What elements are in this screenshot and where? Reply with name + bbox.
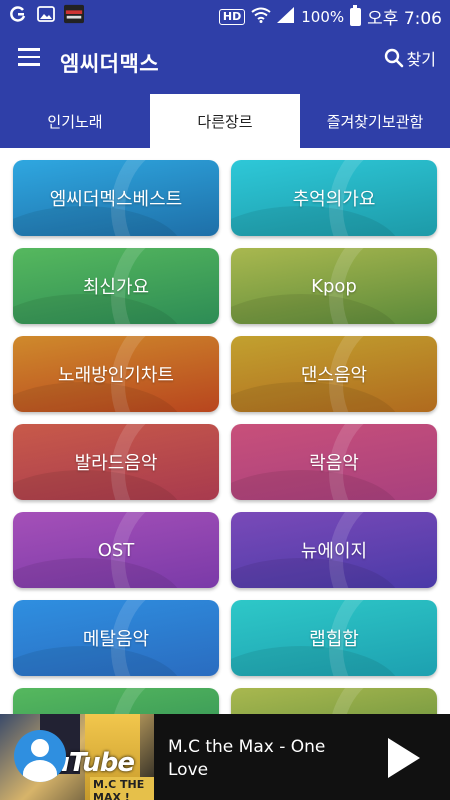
genre-tile-ballad[interactable]: 발라드음악 bbox=[13, 424, 219, 500]
search-label: 찾기 bbox=[406, 50, 436, 69]
genre-label: 랩힙합 bbox=[309, 629, 359, 650]
tab-popular[interactable]: 인기노래 bbox=[0, 94, 150, 148]
signal-icon bbox=[277, 6, 295, 27]
genre-label: OST bbox=[97, 539, 135, 561]
video-thumbnail[interactable]: YouTube M.C THE MAX ! bbox=[0, 714, 154, 800]
app-title: 엠씨더맥스 bbox=[60, 52, 160, 76]
genre-tile-ost[interactable]: OST bbox=[13, 512, 219, 588]
genre-tile-rock[interactable]: 락음악 bbox=[231, 424, 437, 500]
album-badge: M.C THE MAX ! bbox=[90, 777, 154, 800]
app-bar: 엠씨더맥스 찾기 bbox=[0, 30, 450, 94]
genre-tile-metal[interactable]: 메탈음악 bbox=[13, 600, 219, 676]
genre-tile-rap-hiphop[interactable]: 랩힙합 bbox=[231, 600, 437, 676]
genre-tile-dance[interactable]: 댄스음악 bbox=[231, 336, 437, 412]
genre-label: 추억의가요 bbox=[292, 189, 376, 210]
track-title: M.C the Max - One Love bbox=[168, 737, 326, 780]
genre-grid: 엠씨더멕스베스트 추억의가요 최신가요 Kpop 노래방인기차트 댄스음악 발라… bbox=[0, 148, 450, 714]
genre-tile-new-age[interactable]: 뉴에이지 bbox=[231, 512, 437, 588]
genre-label: 발라드음악 bbox=[74, 453, 158, 474]
image-icon bbox=[36, 4, 56, 24]
search-icon bbox=[384, 48, 403, 68]
genre-tile-latest[interactable]: 최신가요 bbox=[13, 248, 219, 324]
genre-tile-oldies[interactable]: 추억의가요 bbox=[231, 160, 437, 236]
genre-label: 메탈음악 bbox=[82, 629, 150, 650]
status-bar-system: HD 100% 오후 7:06 bbox=[218, 4, 442, 29]
g-app-icon bbox=[8, 4, 28, 24]
hd-badge: HD bbox=[218, 8, 246, 25]
battery-icon bbox=[350, 4, 362, 26]
genre-label: 엠씨더멕스베스트 bbox=[49, 189, 183, 210]
avatar-icon bbox=[14, 730, 66, 782]
genre-tile-partial[interactable] bbox=[13, 688, 219, 714]
battery-percent: 100% bbox=[301, 7, 345, 26]
genre-tile-partial[interactable] bbox=[231, 688, 437, 714]
genre-label: 뉴에이지 bbox=[300, 541, 368, 562]
genre-label: Kpop bbox=[311, 275, 357, 297]
genre-tile-mcthemax-best[interactable]: 엠씨더멕스베스트 bbox=[13, 160, 219, 236]
hamburger-menu-icon[interactable] bbox=[18, 48, 42, 70]
mini-player[interactable]: YouTube M.C THE MAX ! M.C the Max - One … bbox=[0, 714, 450, 800]
genre-tile-karaoke-chart[interactable]: 노래방인기차트 bbox=[13, 336, 219, 412]
play-icon[interactable] bbox=[388, 738, 420, 778]
status-bar: HD 100% 오후 7:06 bbox=[0, 0, 450, 30]
clock: 오후 7:06 bbox=[367, 9, 442, 29]
tab-bar: 인기노래 다른장르 즐겨찾기보관함 bbox=[0, 94, 450, 148]
genre-tile-kpop[interactable]: Kpop bbox=[231, 248, 437, 324]
status-bar-notifications bbox=[8, 4, 84, 24]
app-thumbnail-icon bbox=[64, 4, 84, 24]
search-button[interactable]: 찾기 bbox=[384, 46, 436, 70]
genre-label: 댄스음악 bbox=[300, 365, 368, 386]
tab-other-genres[interactable]: 다른장르 bbox=[150, 94, 300, 148]
tab-favorites[interactable]: 즐겨찾기보관함 bbox=[300, 94, 450, 148]
genre-label: 최신가요 bbox=[82, 277, 150, 298]
genre-label: 노래방인기차트 bbox=[58, 365, 174, 386]
wifi-icon bbox=[251, 7, 271, 27]
genre-label: 락음악 bbox=[309, 453, 359, 474]
